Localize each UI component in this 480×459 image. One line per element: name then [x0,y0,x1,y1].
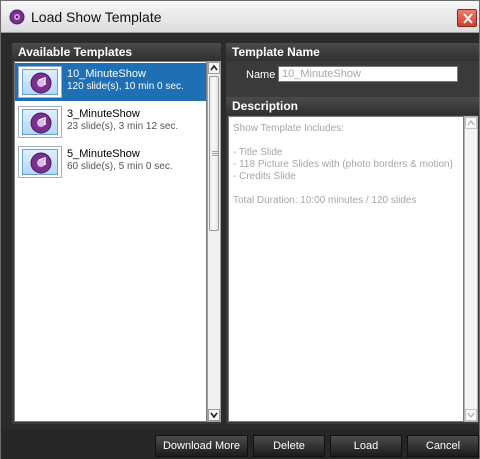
close-button[interactable] [457,9,477,27]
chevron-up-icon [467,119,475,126]
name-field[interactable]: 10_MinuteShow [278,66,458,82]
delete-button[interactable]: Delete [253,435,325,457]
description-textbox[interactable]: Show Template Includes: - Title Slide - … [228,116,464,422]
name-row: Name 10_MinuteShow [226,61,479,91]
load-show-template-dialog: Load Show Template Available Templates 1… [0,0,480,459]
music-disc-icon [9,9,25,25]
window-title: Load Show Template [31,9,162,25]
template-meta: 60 slide(s), 5 min 0 sec. [67,161,173,172]
template-name: 5_MinuteShow [67,148,140,160]
music-disc-icon [30,72,52,94]
download-more-button[interactable]: Download More [155,435,248,457]
scroll-up-button[interactable] [208,62,220,74]
chevron-up-icon [210,64,218,71]
chevron-down-icon [467,412,475,419]
music-disc-icon [30,152,52,174]
description-scrollbar[interactable] [464,116,478,422]
template-thumbnail [18,146,62,178]
available-templates-panel: Available Templates 10_MinuteShow 120 sl… [12,43,221,424]
template-item-5-minute-show[interactable]: 5_MinuteShow 60 slide(s), 5 min 0 sec. [15,143,206,181]
template-thumbnail [18,66,62,98]
template-name-header: Template Name [226,43,479,61]
title-bar[interactable]: Load Show Template [1,1,479,33]
template-thumbnail [18,106,62,138]
scroll-thumb[interactable] [209,76,219,231]
templates-list[interactable]: 10_MinuteShow 120 slide(s), 10 min 0 sec… [14,61,207,422]
chevron-down-icon [210,412,218,419]
load-button[interactable]: Load [330,435,402,457]
dialog-footer: Download More Delete Load Cancel [1,429,479,459]
template-details-panel: Template Name Name 10_MinuteShow Descrip… [226,43,479,424]
template-meta: 23 slide(s), 3 min 12 sec. [67,121,179,132]
scroll-down-button[interactable] [465,409,477,421]
template-item-10-minute-show[interactable]: 10_MinuteShow 120 slide(s), 10 min 0 sec… [15,63,206,101]
cancel-button[interactable]: Cancel [407,435,479,457]
templates-scrollbar[interactable] [207,61,221,422]
template-name: 10_MinuteShow [67,68,146,80]
scroll-down-button[interactable] [208,409,220,421]
name-label: Name [246,69,276,81]
scroll-up-button[interactable] [465,117,477,129]
description-header: Description [226,97,479,115]
music-disc-icon [30,112,52,134]
template-meta: 120 slide(s), 10 min 0 sec. [67,81,184,92]
close-icon [463,13,473,24]
available-templates-header: Available Templates [12,43,221,61]
template-item-3-minute-show[interactable]: 3_MinuteShow 23 slide(s), 3 min 12 sec. [15,103,206,141]
template-name: 3_MinuteShow [67,108,140,120]
